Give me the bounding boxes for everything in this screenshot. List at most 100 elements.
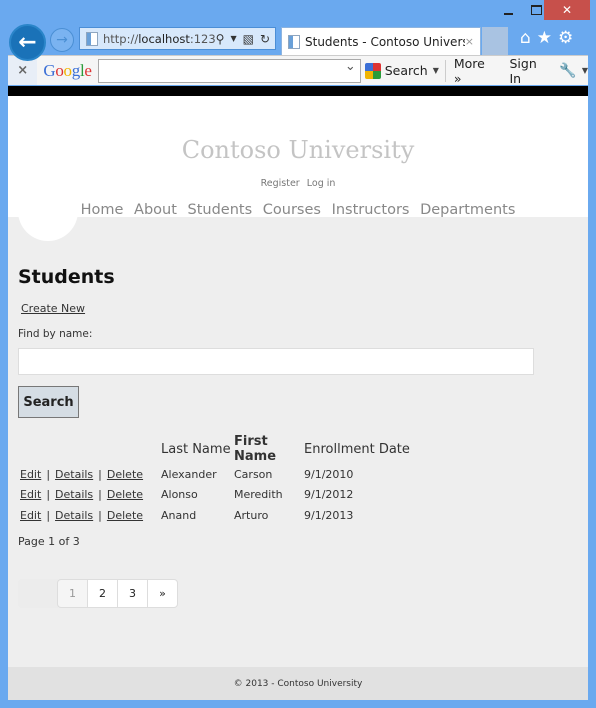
nav-departments[interactable]: Departments [420,202,515,218]
delete-link[interactable]: Delete [107,509,143,522]
google-icon [364,62,381,79]
pager-disabled-prev [18,579,58,608]
home-icon[interactable]: ⌂ [520,28,531,48]
url-host: localhost [138,31,190,46]
next-page-button[interactable]: » [147,579,178,608]
nav-about[interactable]: About [134,202,177,218]
edit-link[interactable]: Edit [20,488,41,501]
search-string-input[interactable] [18,348,534,375]
google-search-button[interactable]: Search ▼ [364,62,439,79]
forward-button[interactable]: → [50,28,74,52]
first-name-header: First Name [234,434,277,464]
table-row: Edit | Details | Delete Alonso Meredith 9/1/… [18,485,414,506]
search-button[interactable]: Search [18,386,79,418]
last-name-cell: Alonso [161,488,198,502]
star-icon[interactable]: ★ [537,28,552,48]
page-1-button: 1 [57,579,88,608]
create-new-link[interactable]: Create New [21,302,85,315]
dropdown-caret-icon[interactable]: ▼ [433,66,439,75]
gear-icon[interactable]: ⚙ [558,28,573,48]
enrollment-date-cell: 9/1/2012 [304,488,354,502]
dropdown-caret-icon[interactable]: ▼ [582,66,588,75]
search-icon[interactable]: ⚲ [216,32,225,46]
arrow-left-icon: ← [18,30,37,55]
main-content: Students Create New Find by name: Search [18,266,578,418]
find-by-name-label: Find by name: [18,328,93,340]
actions-header [18,434,161,464]
google-search-input[interactable] [97,58,361,83]
delete-link[interactable]: Delete [107,488,143,501]
site-footer: © 2013 - Contoso University [8,667,588,700]
details-link[interactable]: Details [55,488,93,501]
first-name-cell: Carson [234,467,273,481]
enrollment-date-cell: 9/1/2013 [304,508,354,522]
separator: | [46,508,51,522]
edit-link[interactable]: Edit [20,509,41,522]
page-info: Page 1 of 3 [18,535,80,548]
url-scheme: http:// [103,31,139,46]
url-port: :123 [189,31,216,46]
page-viewport: Contoso University Register Log in Home … [8,86,588,700]
details-link[interactable]: Details [55,468,93,481]
browser-tab-active[interactable]: Students - Contoso Univers... × [281,27,481,55]
separator: | [46,488,51,502]
page-title: Students [18,266,115,288]
sign-in-button[interactable]: Sign In [510,56,552,86]
first-name-cell: Meredith [234,488,283,502]
auth-links: Register Log in [8,178,588,189]
window-titlebar: ✕ [0,0,596,22]
compatibility-view-icon[interactable]: ▧ [243,32,254,46]
toolbar-divider [444,59,446,82]
register-link[interactable]: Register [261,178,300,189]
main-nav: Home About Students Courses Instructors … [8,202,588,218]
google-toolbar: × Google Search ▼ More » Sign In 🔧 ▼ [8,55,588,86]
nav-students[interactable]: Students [188,202,253,218]
first-name-cell: Arturo [234,508,269,522]
page-icon [86,31,98,46]
last-name-cell: Anand [161,508,197,522]
more-button[interactable]: More » [454,56,496,86]
enrollment-date-header[interactable]: Enrollment Date [304,434,414,464]
nav-home[interactable]: Home [81,202,124,218]
google-search-label: Search [384,63,428,78]
edit-link[interactable]: Edit [20,468,41,481]
table-row: Edit | Details | Delete Anand Arturo 9/1/201… [18,505,414,526]
login-link[interactable]: Log in [307,178,336,189]
page-icon [288,34,300,49]
students-table: Last Name First Name Enrollment Date Edi… [18,434,414,526]
nav-instructors[interactable]: Instructors [332,202,410,218]
close-window-button[interactable]: ✕ [544,0,590,20]
new-tab-button[interactable] [482,27,508,55]
details-link[interactable]: Details [55,509,93,522]
refresh-icon[interactable]: ↻ [260,32,270,46]
arrow-right-icon: → [56,32,68,48]
separator: | [98,467,102,481]
last-name-cell: Alexander [161,467,217,481]
browser-nav-row: ← → http://localhost:123 ⚲ ▼ ▧ ↻ Student… [0,22,596,61]
google-logo: Google [43,60,92,80]
address-url[interactable]: http://localhost:123 [103,32,216,46]
separator: | [46,467,51,481]
nav-courses[interactable]: Courses [263,202,321,218]
tab-close-icon[interactable]: × [465,35,474,48]
top-bar [8,86,588,96]
wrench-icon[interactable]: 🔧 [559,63,576,79]
separator: | [98,488,102,502]
page-3-button[interactable]: 3 [117,579,148,608]
page-2-button[interactable]: 2 [87,579,118,608]
address-bar[interactable]: http://localhost:123 ⚲ ▼ ▧ ↻ [79,27,276,50]
table-header-row: Last Name First Name Enrollment Date [18,434,414,464]
last-name-header[interactable]: Last Name [161,434,234,464]
tab-title: Students - Contoso Univers... [305,34,465,49]
pagination: 1 2 3 » [18,579,178,609]
dropdown-caret-icon[interactable]: ▼ [230,32,236,46]
delete-link[interactable]: Delete [107,468,143,481]
separator: | [98,508,102,522]
site-header: Contoso University Register Log in Home … [8,96,588,218]
back-button[interactable]: ← [9,24,46,61]
minimize-button[interactable] [494,0,522,20]
enrollment-date-cell: 9/1/2010 [304,467,354,481]
site-title[interactable]: Contoso University [8,136,588,164]
decorative-circle [18,196,78,241]
table-row: Edit | Details | Delete Alexander Carson 9/1… [18,464,414,485]
